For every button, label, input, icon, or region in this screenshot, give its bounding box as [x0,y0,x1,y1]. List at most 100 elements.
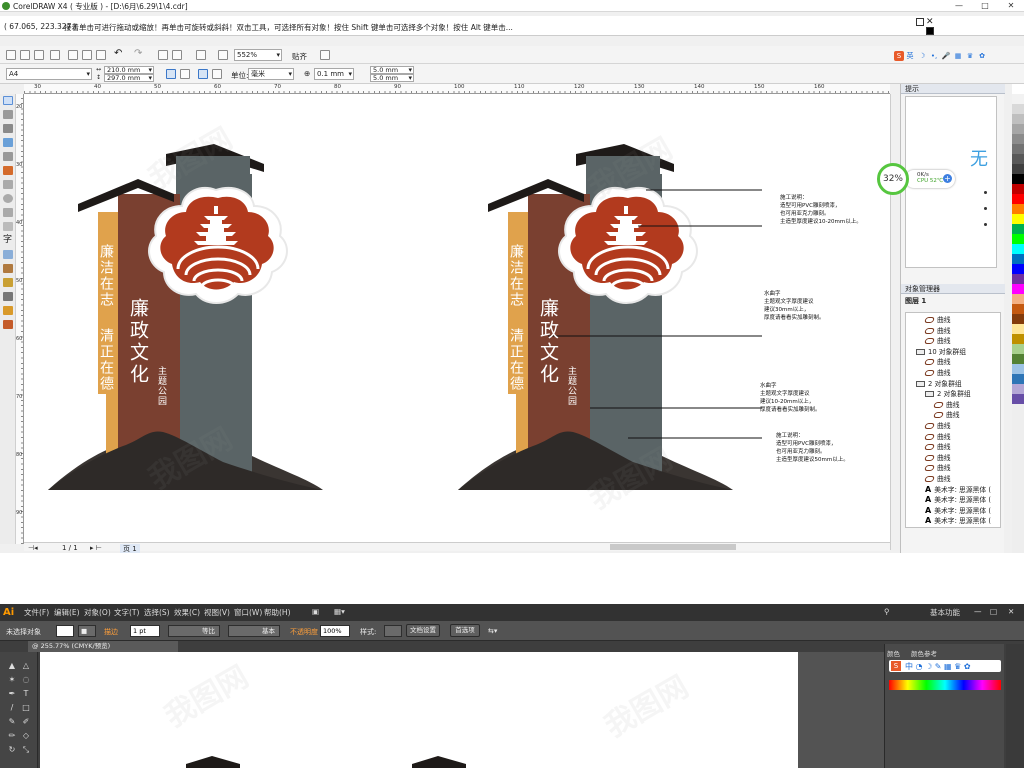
vertical-ruler[interactable]: 20 30 40 50 60 70 80 90 [16,94,24,544]
palette-swatch[interactable] [1012,204,1024,214]
eraser-icon[interactable]: ◇ [22,732,30,740]
opacity-input[interactable]: 100% [320,625,350,637]
palette-swatch[interactable] [1012,164,1024,174]
palette-swatch[interactable] [1012,384,1024,394]
sign-design-left[interactable] [46,142,325,492]
freehand-tool-icon[interactable] [3,152,13,161]
palette-swatch[interactable] [1012,254,1024,264]
variable-width-select[interactable]: 等比 [168,625,220,637]
fill-color-swatch[interactable] [56,625,74,637]
smart-fill-icon[interactable] [3,166,13,175]
no-fill-icon[interactable]: ✕ [926,18,934,27]
magic-wand-icon[interactable]: ✶ [8,676,16,684]
tree-item-curve[interactable]: 曲线 [923,432,951,442]
page-size-select[interactable]: A4 [6,68,92,80]
menu-item[interactable]: 窗口(W) [234,607,262,618]
landscape-icon[interactable] [180,69,190,79]
palette-swatch[interactable] [1012,314,1024,324]
outline-swatch[interactable] [926,27,934,35]
style-select[interactable] [384,625,402,637]
pencil-icon[interactable]: ✐ [22,718,30,726]
line-tool-icon[interactable]: / [8,704,16,712]
interactive-fill-icon[interactable] [3,320,13,329]
settings-gear-icon[interactable]: ✿ [977,51,987,61]
basic-shapes-icon[interactable] [3,222,13,231]
palette-swatch[interactable] [1012,104,1024,114]
arrange-icon[interactable]: ▦▾ [334,607,345,616]
paste-icon[interactable] [96,50,106,60]
duplicate-y-input[interactable]: 5.0 mm [370,74,414,82]
undo-icon[interactable]: ↶ [114,48,122,59]
next-page-icon[interactable]: ▸ ⊢ [90,544,102,552]
workspace-switcher[interactable]: 基本功能 [930,607,960,618]
maximize-button[interactable]: □ [972,0,998,12]
mic-icon[interactable]: 🎤 [941,51,951,61]
document-setup-button[interactable]: 文档设置 [406,624,440,637]
stroke-color-swatch[interactable]: ■ [78,625,96,637]
keyboard-icon[interactable]: ▦ [953,51,963,61]
palette-swatch[interactable] [1012,184,1024,194]
portrait-icon[interactable] [166,69,176,79]
palette-swatch[interactable] [1012,94,1024,104]
palette-swatch[interactable] [1012,124,1024,134]
blob-brush-icon[interactable]: ✏ [8,732,16,740]
type-tool-icon[interactable]: T [22,690,30,698]
palette-swatch[interactable] [1012,354,1024,364]
maximize-button[interactable]: □ [990,607,997,616]
page-width-input[interactable]: 210.0 mm [104,66,154,74]
horizontal-scroll-thumb[interactable] [610,544,736,550]
export-icon[interactable] [172,50,182,60]
tree-item-curve[interactable]: 曲线 [923,315,951,325]
redo-icon[interactable]: ↷ [134,48,142,59]
import-icon[interactable] [158,50,168,60]
direct-selection-icon[interactable]: △ [22,662,30,670]
snap-to-dropdown[interactable]: 贴齐 [292,51,307,62]
tree-item-curve[interactable]: 曲线 [932,410,960,420]
object-tree[interactable]: 曲线 曲线 曲线 10 对象群组 曲线 曲线 2 对象群组 2 对象群组 曲线 曲线 曲线 曲线 曲线曲… [905,312,1001,528]
copy-icon[interactable] [82,50,92,60]
sogou-ime-icon[interactable]: S [891,661,901,671]
fill-tool-icon[interactable] [3,306,13,315]
table-tool-icon[interactable] [3,250,13,259]
stroke-weight-input[interactable]: 1 pt [130,625,160,637]
menu-item[interactable]: 文字(T) [114,607,139,618]
shape-tool-icon[interactable] [3,110,13,119]
rectangle-tool-icon[interactable]: □ [22,704,30,712]
app-launcher-icon[interactable] [196,50,206,60]
cut-icon[interactable] [68,50,78,60]
text-tool-icon[interactable]: 字 [3,236,13,245]
palette-swatch[interactable] [1012,114,1024,124]
interactive-blend-icon[interactable] [3,264,13,273]
menu-item[interactable]: 效果(C) [174,607,200,618]
rectangle-tool-icon[interactable] [3,180,13,189]
menu-item[interactable]: 编辑(E) [54,607,80,618]
palette-swatch[interactable] [1012,334,1024,344]
arrange-docs-icon[interactable]: ⇆▾ [488,627,497,635]
eyedropper-icon[interactable] [3,278,13,287]
palette-swatch[interactable] [1012,224,1024,234]
opacity-label[interactable]: 不透明度 [290,627,318,637]
menu-item[interactable]: 帮助(H) [264,607,291,618]
pick-tool-icon[interactable] [3,96,13,105]
color-spectrum[interactable] [889,680,1001,690]
palette-swatch[interactable] [1012,134,1024,144]
minimize-button[interactable]: — [946,0,972,12]
page-height-input[interactable]: 297.0 mm [104,74,154,82]
menu-item[interactable]: 文件(F) [24,607,49,618]
options-icon[interactable] [320,50,330,60]
tree-item-curve[interactable]: 曲线 [923,326,951,336]
document-tab[interactable]: @ 255.77% (CMYK/预览) [28,641,178,652]
paintbrush-icon[interactable]: ✎ [8,718,16,726]
new-icon[interactable] [6,50,16,60]
units-select[interactable]: 毫米 [248,68,294,80]
lasso-icon[interactable]: ◌ [22,676,30,684]
tree-item-group[interactable]: 2 对象群组 [925,389,971,399]
tree-item-curve[interactable]: 曲线 [923,357,951,367]
tree-item-group[interactable]: 2 对象群组 [916,379,962,389]
palette-swatch[interactable] [1012,264,1024,274]
polygon-tool-icon[interactable] [3,208,13,217]
palette-swatch[interactable] [1012,274,1024,284]
pasteboard[interactable] [798,652,884,768]
nudge-input[interactable]: 0.1 mm [314,68,354,80]
punct-icon[interactable]: •, [929,51,939,61]
